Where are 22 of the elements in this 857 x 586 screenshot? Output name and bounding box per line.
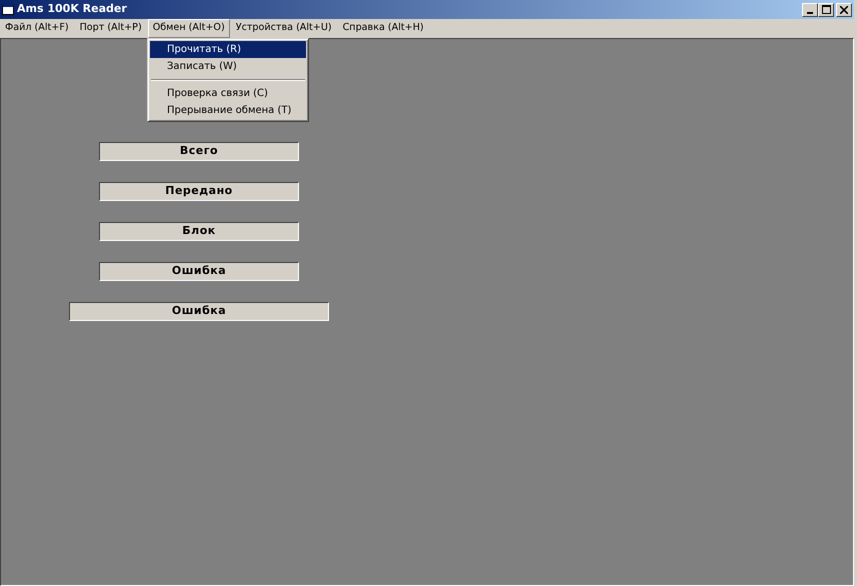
- menu-item[interactable]: Прочитать (R): [150, 41, 306, 58]
- menu-item[interactable]: Устройства (Alt+U): [230, 19, 337, 38]
- label-panel: Ошибка: [69, 302, 329, 321]
- menu-item[interactable]: Обмен (Alt+O): [148, 19, 230, 38]
- window-title: Ams 100K Reader: [17, 1, 127, 18]
- label-panel: Передано: [99, 182, 299, 201]
- label-panel: Всего: [99, 142, 299, 161]
- maximize-icon: [822, 5, 830, 14]
- close-icon: [840, 6, 848, 14]
- menu-item[interactable]: Порт (Alt+P): [74, 19, 147, 38]
- menu-item[interactable]: Проверка связи (C): [150, 85, 306, 102]
- label-panel: Ошибка: [99, 262, 299, 281]
- label-panel: Блок: [99, 222, 299, 241]
- minimize-icon: [807, 12, 813, 14]
- menu-item[interactable]: Прерывание обмена (T): [150, 102, 306, 119]
- menu-item[interactable]: Справка (Alt+H): [338, 19, 429, 38]
- close-button[interactable]: [836, 2, 852, 16]
- minimize-button[interactable]: [802, 2, 818, 16]
- menu-item[interactable]: Записать (W): [150, 58, 306, 75]
- menu-item[interactable]: Файл (Alt+F): [0, 19, 74, 38]
- window-icon: [2, 4, 14, 15]
- maximize-button[interactable]: [818, 2, 834, 16]
